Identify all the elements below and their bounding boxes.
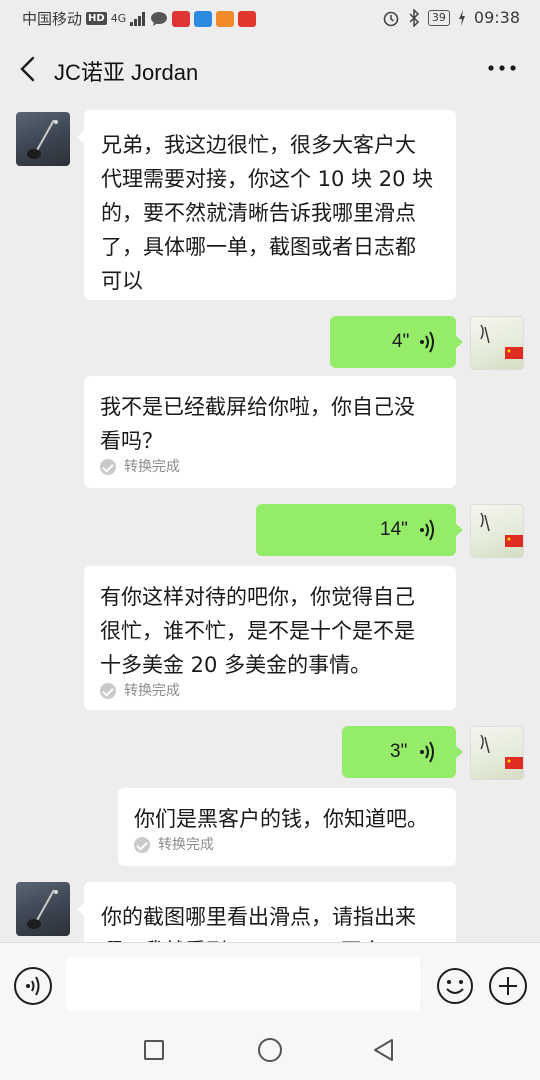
conversion-status: 转换完成 [100, 682, 440, 700]
contact-avatar[interactable] [16, 112, 70, 166]
chat-header: JC诺亚 Jordan [0, 36, 540, 102]
emoji-icon[interactable] [436, 967, 474, 1005]
home-button[interactable] [258, 1038, 282, 1062]
voice-message-sent[interactable]: 4" [330, 316, 463, 368]
conversion-status: 转换完成 [100, 458, 440, 476]
message-text-line: 可以 [101, 269, 143, 293]
back-triangle-icon[interactable] [372, 1038, 396, 1062]
guitar-photo-avatar [27, 889, 58, 929]
chat-bubble-icon [151, 11, 168, 26]
guitar-photo-avatar [27, 119, 58, 159]
message-input[interactable] [66, 957, 420, 1011]
voice-duration: 4" [392, 331, 410, 352]
system-nav-bar [0, 1026, 540, 1080]
recents-button[interactable] [144, 1040, 164, 1060]
my-avatar[interactable] [470, 504, 524, 558]
voice-duration: 3" [390, 741, 408, 762]
chat-title: JC诺亚 Jordan [54, 60, 199, 85]
app-notification-icon [194, 10, 213, 27]
message-text-line: 你的截图哪里看出滑点，请指出来 [101, 905, 416, 929]
chevron-left-icon[interactable] [16, 54, 40, 84]
more-dots-icon[interactable] [486, 58, 518, 78]
check-circle-icon [134, 837, 150, 853]
conversion-status: 转换完成 [134, 836, 440, 854]
voice-transcript[interactable]: 有你这样对待的吧你，你觉得自己 很忙，谁不忙，是不是十个是不是 十多美金 20 … [84, 566, 456, 710]
transcript-text-line: 你们是黑客户的钱，你知道吧。 [134, 807, 428, 831]
battery-indicator: 39 [427, 9, 450, 26]
calligraphy-avatar [480, 512, 523, 547]
voice-transcript[interactable]: 我不是已经截屏给你啦，你自己没 看吗？ 转换完成 [84, 376, 456, 488]
status-bar: 中国移动 HD 4G 39 09:38 [0, 0, 540, 36]
voice-wave-icon [420, 331, 434, 353]
calligraphy-avatar [480, 734, 523, 769]
app-notification-icon [238, 10, 257, 27]
voice-wave-icon [420, 519, 434, 541]
plus-icon [499, 977, 517, 995]
message-text-line: 了，具体哪一单，截图或者日志都 [101, 235, 416, 259]
alarm-icon [383, 11, 399, 26]
app-notification-icon [216, 10, 235, 27]
my-avatar[interactable] [470, 316, 524, 370]
message-bubble-received[interactable]: 你的截图哪里看出滑点，请指出来 啊，我就看到 26980.57 开仓 [77, 882, 456, 942]
voice-message-sent[interactable]: 14" [256, 504, 463, 556]
voice-mode-button[interactable] [14, 967, 52, 1005]
input-bar [0, 942, 540, 1026]
voice-wave-icon [420, 741, 434, 763]
voice-duration: 14" [380, 519, 408, 540]
calligraphy-avatar [480, 324, 523, 359]
voice-message-sent[interactable]: 3" [342, 726, 463, 778]
message-bubble-received[interactable]: 兄弟，我这边很忙，很多大客户大 代理需要对接，你这个 10 块 20 块 的，要… [77, 110, 456, 300]
voice-transcript[interactable]: 你们是黑客户的钱，你知道吧。 转换完成 [118, 788, 456, 866]
network-type: 4G [110, 12, 127, 25]
carrier-label: 中国移动 [22, 10, 83, 28]
signal-icon [130, 11, 146, 26]
transcript-text-line: 有你这样对待的吧你，你觉得自己 [100, 585, 415, 609]
transcript-text-line: 十多美金 20 多美金的事情。 [100, 653, 372, 677]
contact-avatar[interactable] [16, 882, 70, 936]
transcript-text-line: 我不是已经截屏给你啦，你自己没 [100, 395, 415, 419]
my-avatar[interactable] [470, 726, 524, 780]
transcript-text-line: 看吗？ [100, 429, 163, 453]
plus-button[interactable] [489, 967, 527, 1005]
conversion-status-label: 转换完成 [124, 683, 180, 699]
clock: 09:38 [473, 8, 520, 27]
conversion-status-label: 转换完成 [124, 459, 180, 475]
conversion-status-label: 转换完成 [158, 837, 214, 853]
hd-badge: HD [86, 12, 107, 25]
charging-icon [458, 9, 465, 26]
check-circle-icon [100, 683, 116, 699]
check-circle-icon [100, 459, 116, 475]
app-notification-icon [172, 10, 191, 27]
message-text-line: 代理需要对接，你这个 10 块 20 块 [101, 167, 434, 191]
transcript-text-line: 很忙，谁不忙，是不是十个是不是 [100, 619, 415, 643]
message-text-line: 兄弟，我这边很忙，很多大客户大 [101, 133, 416, 157]
message-text-line: 啊，我就看到 26980.57 开仓 [101, 934, 440, 942]
message-text-line: 的，要不然就清晰告诉我哪里滑点 [101, 201, 416, 225]
voice-mode-icon [26, 976, 40, 996]
message-list[interactable]: 兄弟，我这边很忙，很多大客户大 代理需要对接，你这个 10 块 20 块 的，要… [0, 102, 540, 942]
bluetooth-icon [409, 8, 419, 27]
